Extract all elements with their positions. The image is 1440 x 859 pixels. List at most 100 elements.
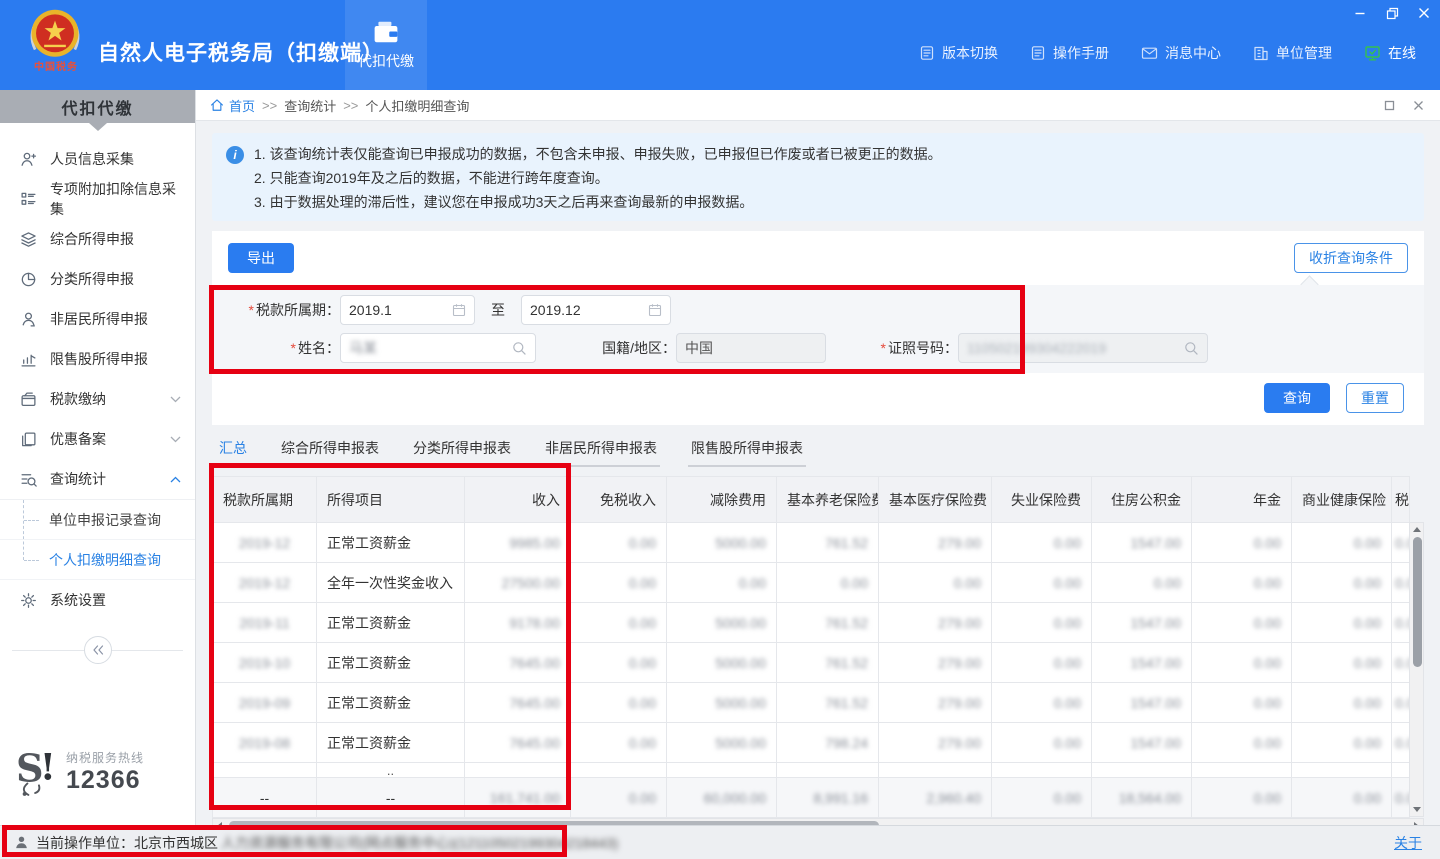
tab-nonresident-income[interactable]: 非居民所得申报表 xyxy=(542,433,660,467)
table-cell: 1547.00 xyxy=(1092,523,1192,563)
panel-maximize-icon[interactable] xyxy=(1384,100,1395,111)
horizontal-scrollbar[interactable] xyxy=(212,818,1424,825)
table-cell: 18,564.00 xyxy=(1092,778,1192,818)
horizontal-scroll-thumb[interactable] xyxy=(229,821,879,825)
sidebar-header: 代扣代缴 xyxy=(0,90,195,123)
table-cell: 0.00 xyxy=(777,563,879,603)
table-cell: 279.00 xyxy=(879,723,992,763)
table-row: 2019-10正常工资薪金7645.000.005000.00761.52279… xyxy=(213,643,1410,683)
online-monitor-icon xyxy=(1364,45,1381,62)
person-icon xyxy=(20,311,37,328)
breadcrumb: 首页 >> 查询统计 >> 个人扣缴明细查询 xyxy=(196,90,1440,121)
sidebar-item-preference-record[interactable]: 优惠备案 xyxy=(0,419,195,459)
breadcrumb-home-link[interactable]: 首页 xyxy=(210,96,255,115)
table-cell: 5000.00 xyxy=(667,643,777,683)
vertical-scroll-thumb[interactable] xyxy=(1413,537,1422,667)
table-cell: 5000.00 xyxy=(667,723,777,763)
table-cell xyxy=(1292,763,1392,778)
export-button[interactable]: 导出 xyxy=(228,243,294,273)
manual-button[interactable]: 操作手册 xyxy=(1030,43,1109,63)
tab-restricted-shares[interactable]: 限售股所得申报表 xyxy=(688,433,806,467)
table-cell: 279.00 xyxy=(879,683,992,723)
table-cell: 1547.00 xyxy=(1092,643,1192,683)
sidebar-item-query-statistics[interactable]: 查询统计 xyxy=(0,459,195,499)
sidebar-item-comprehensive-income[interactable]: 综合所得申报 xyxy=(0,219,195,259)
online-status[interactable]: 在线 xyxy=(1364,43,1416,63)
name-input[interactable]: 马某 xyxy=(340,333,536,363)
table-cell: 1547.00 xyxy=(1092,603,1192,643)
sidebar-item-special-deduction[interactable]: 专项附加扣除信息采集 xyxy=(0,179,195,219)
table-cell: 0.00 xyxy=(1392,563,1410,603)
restore-icon[interactable] xyxy=(1384,5,1400,21)
period-from-input[interactable]: 2019.1 xyxy=(340,295,475,325)
search-icon[interactable] xyxy=(1184,341,1199,356)
table-cell: 5000.00 xyxy=(667,683,777,723)
name-label: *姓名： xyxy=(236,338,340,358)
header-tab-label: 代扣代缴 xyxy=(358,51,414,71)
period-to-input[interactable]: 2019.12 xyxy=(521,295,671,325)
checklist-icon xyxy=(20,191,37,208)
sidebar-subitem-unit-declaration-query[interactable]: 单位申报记录查询 xyxy=(0,500,195,540)
tab-comprehensive-income[interactable]: 综合所得申报表 xyxy=(278,433,382,467)
calendar-icon[interactable] xyxy=(648,303,662,317)
table-cell: 2019-08 xyxy=(213,723,317,763)
search-icon[interactable] xyxy=(512,341,527,356)
sidebar-item-system-settings[interactable]: 系统设置 xyxy=(0,580,195,620)
table-cell xyxy=(465,763,571,778)
sidebar-collapse-button[interactable] xyxy=(84,636,112,664)
tab-classified-income[interactable]: 分类所得申报表 xyxy=(410,433,514,467)
header-tab-withholding[interactable]: 代扣代缴 xyxy=(345,0,427,90)
message-center-button[interactable]: 消息中心 xyxy=(1141,43,1221,63)
sidebar-item-personnel-info[interactable]: 人员信息采集 xyxy=(0,139,195,179)
emblem-caption: 中国税务 xyxy=(26,58,86,73)
table-cell: 161,741.00 xyxy=(465,778,571,818)
period-label: *税款所属期： xyxy=(236,300,340,320)
table-col-header: 减除费用 xyxy=(667,477,777,523)
documents-icon xyxy=(20,431,37,448)
scroll-down-arrow-icon[interactable] xyxy=(1413,807,1421,812)
scroll-up-arrow-icon[interactable] xyxy=(1413,527,1421,532)
sidebar-subitem-personal-withholding-query[interactable]: 个人扣缴明细查询 xyxy=(0,540,195,580)
sidebar-item-classified-income[interactable]: 分类所得申报 xyxy=(0,259,195,299)
table-cell: 0.00 xyxy=(1392,643,1410,683)
table-cell: 0.00 xyxy=(1192,523,1292,563)
table-cell: 2019-10 xyxy=(213,643,317,683)
table-cell: 0.00 xyxy=(1192,563,1292,603)
table-cell: 9178.00 xyxy=(465,603,571,643)
scroll-left-arrow-icon[interactable] xyxy=(217,822,222,826)
vertical-scrollbar[interactable] xyxy=(1409,522,1424,817)
table-cell: 0.00 xyxy=(992,683,1092,723)
query-button[interactable]: 查询 xyxy=(1264,383,1330,413)
notice-box: i 1. 该查询统计表仅能查询已申报成功的数据，不包含未申报、申报失败，已申报但… xyxy=(212,133,1424,221)
current-unit-blurred: 人力资源服务有限公司(网点服务中心)(12110502199304218443) xyxy=(221,833,618,853)
scroll-right-arrow-icon[interactable] xyxy=(1414,822,1419,826)
id-number-input[interactable]: 110502199304222019 xyxy=(958,333,1208,363)
table-row: 2019-11正常工资薪金9178.000.005000.00761.52279… xyxy=(213,603,1410,643)
table-cell: 0.00 xyxy=(992,603,1092,643)
table-cell: 0.00 xyxy=(879,563,992,603)
sidebar-item-tax-payment[interactable]: 税款缴纳 xyxy=(0,379,195,419)
sidebar-item-restricted-shares[interactable]: 限售股所得申报 xyxy=(0,339,195,379)
collapse-query-button[interactable]: 收折查询条件 xyxy=(1294,243,1408,273)
panel-close-icon[interactable] xyxy=(1413,100,1424,111)
calendar-icon[interactable] xyxy=(452,303,466,317)
table-cell: 0.00 xyxy=(992,563,1092,603)
chevron-down-icon xyxy=(170,436,181,443)
nationality-input[interactable]: 中国 xyxy=(676,333,826,363)
notice-line: 2. 只能查询2019年及之后的数据，不能进行跨年度查询。 xyxy=(254,166,942,190)
minimize-icon[interactable] xyxy=(1352,5,1368,21)
table-cell: 27500.00 xyxy=(465,563,571,603)
close-icon[interactable] xyxy=(1416,5,1432,21)
table-cell: 0.00 xyxy=(667,563,777,603)
brand: 中国税务 自然人电子税务局（扣缴端） xyxy=(0,0,384,90)
version-switch-button[interactable]: 版本切换 xyxy=(919,43,998,63)
tab-summary[interactable]: 汇总 xyxy=(216,433,250,467)
table-cell: 正常工资薪金 xyxy=(317,523,465,563)
hotline-label: 纳税服务热线 xyxy=(66,749,144,766)
reset-button[interactable]: 重置 xyxy=(1346,383,1404,413)
sidebar-item-nonresident-income[interactable]: 非居民所得申报 xyxy=(0,299,195,339)
table-cell: 正常工资薪金 xyxy=(317,723,465,763)
org-management-button[interactable]: 单位管理 xyxy=(1253,43,1332,63)
query-form: *税款所属期： 2019.1 至 2019.12 xyxy=(212,285,1424,373)
about-link[interactable]: 关于 xyxy=(1394,833,1422,853)
